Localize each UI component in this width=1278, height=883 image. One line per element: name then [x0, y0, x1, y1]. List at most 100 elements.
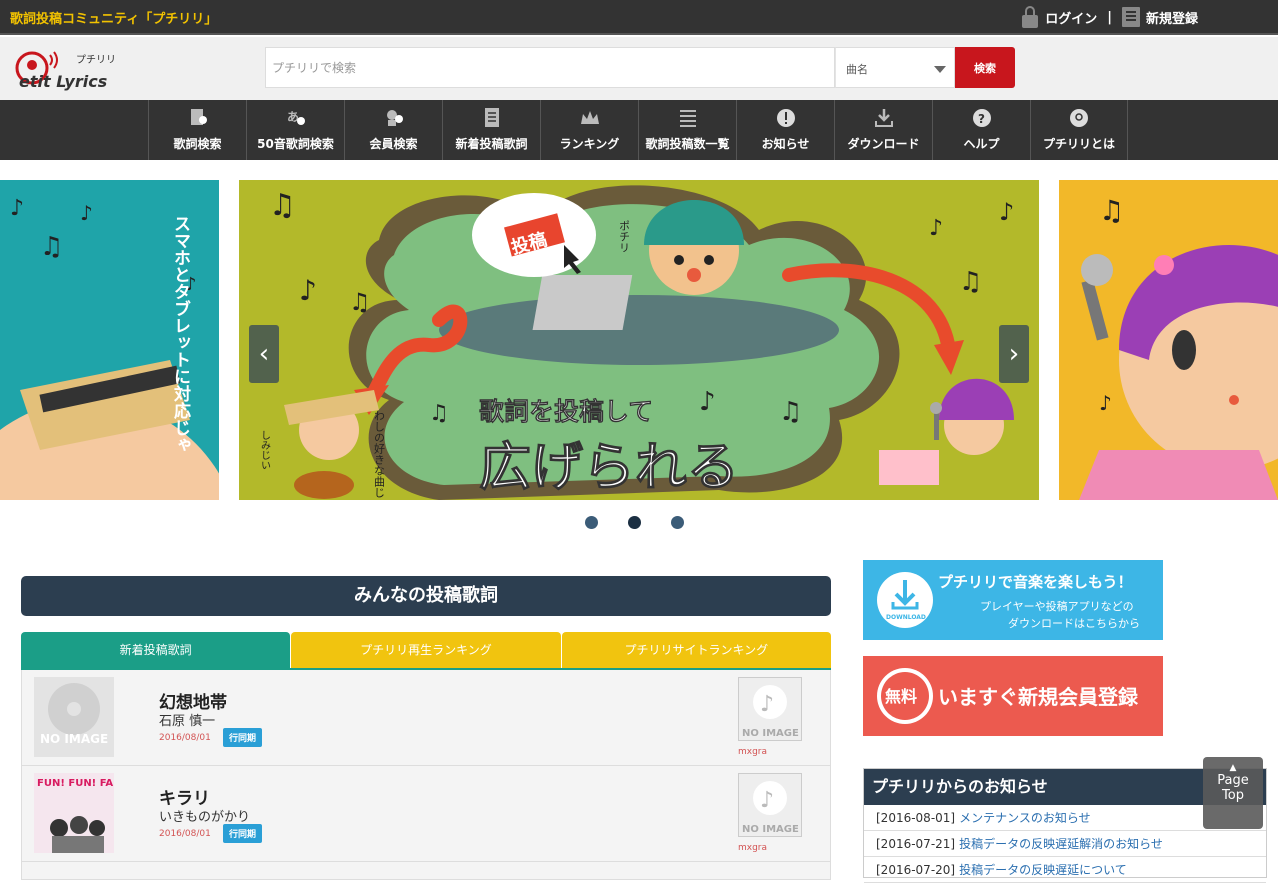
nav-item-ranking[interactable]: ランキング — [540, 100, 638, 160]
old-man-illustration: ♪ ♫ ♪ ♪ スマホとタブレットに対応じゃ — [0, 196, 219, 500]
post-date: 2016/08/01 — [159, 829, 211, 839]
info-icon — [776, 109, 795, 127]
download-sub2: ダウンロードはこちらから — [1008, 616, 1140, 630]
register-link[interactable]: 新規登録 — [1121, 7, 1198, 27]
svg-text:♪: ♪ — [10, 196, 24, 221]
free-badge: 無料 — [885, 687, 917, 706]
girl-illustration: ♫ ♪ — [1079, 194, 1278, 500]
carousel-next-button[interactable]: › — [999, 325, 1029, 383]
carousel-slide-prev[interactable]: ♪ ♫ ♪ ♪ スマホとタブレットに対応じゃ — [0, 180, 219, 500]
svg-text:♫: ♫ — [1099, 194, 1124, 227]
search-box — [265, 47, 835, 88]
svg-text:♪: ♪ — [760, 788, 774, 813]
no-image-text: NO IMAGE — [742, 728, 799, 739]
register-banner[interactable]: 無料 いますぐ新規会員登録 — [863, 656, 1163, 736]
slide-headline-small: 歌詞を投稿して — [479, 397, 653, 426]
svg-text:♫: ♫ — [429, 401, 449, 426]
nav-label: プチリリとは — [1042, 137, 1115, 151]
carousel-dot[interactable] — [585, 516, 598, 529]
carousel-slide-next[interactable]: ♫ ♪ — [1059, 180, 1278, 500]
news-date: [2016-07-21] — [876, 837, 956, 851]
download-banner[interactable]: DOWNLOAD プチリリで音楽を楽しもう！ プレイヤーや投稿アプリなどの ダウ… — [863, 560, 1163, 640]
poster-name[interactable]: mxgra — [738, 747, 767, 757]
no-image-text: NO IMAGE — [40, 732, 108, 746]
svg-text:?: ? — [978, 112, 985, 126]
carousel-slide-current[interactable]: 投稿 ポチリ ♫ ♪ ♫ ♫ ♪ ♫ ♫ ♪ ♪ 歌詞を投稿して 広げられる わ… — [239, 180, 1039, 500]
nav-item-lyrics-search[interactable]: 歌詞検索 — [148, 100, 246, 160]
carousel-dot[interactable] — [671, 516, 684, 529]
speech-text: わしの好きな曲じゃ — [373, 410, 386, 500]
account-links: ログイン | 新規登録 — [1021, 6, 1198, 28]
tab-new-lyrics[interactable]: 新着投稿歌詞 — [21, 632, 291, 668]
news-date: [2016-07-20] — [876, 863, 956, 877]
poster-name[interactable]: mxgra — [738, 843, 767, 853]
tab-site-ranking[interactable]: プチリリサイトランキング — [561, 632, 831, 668]
nav-item-member-search[interactable]: 会員検索 — [344, 100, 442, 160]
news-item[interactable]: [2016-07-21] 投稿データの反映遅延解消のお知らせ — [864, 831, 1266, 857]
nav-item-new-lyrics[interactable]: 新着投稿歌詞 — [442, 100, 540, 160]
page-top-button[interactable]: ▲ Page Top — [1203, 757, 1263, 829]
nav-label: ランキング — [559, 137, 620, 151]
news-link[interactable]: 投稿データの反映遅延解消のお知らせ — [959, 837, 1163, 851]
news-link[interactable]: メンテナンスのお知らせ — [959, 811, 1091, 825]
svg-text:♪: ♪ — [760, 692, 774, 717]
svg-text:♫: ♫ — [959, 267, 982, 297]
search-type-select[interactable]: 曲名 — [835, 47, 955, 88]
page-top-line1: Page — [1217, 773, 1249, 788]
news-item[interactable]: [2016-07-20] 投稿データの反映遅延について — [864, 857, 1266, 883]
nav-label: 新着投稿歌詞 — [455, 137, 528, 151]
poster-avatar[interactable]: ♪ NO IMAGE — [738, 773, 802, 837]
lyrics-search-icon — [190, 109, 207, 125]
svg-text:♫: ♫ — [269, 188, 296, 223]
login-link[interactable]: ログイン — [1021, 6, 1097, 28]
carousel-prev-button[interactable]: ‹ — [249, 325, 279, 383]
login-label: ログイン — [1045, 11, 1098, 27]
list-item[interactable]: FUN! FUN! FANFARE! キラリ いきものがかり 2016/08/0… — [22, 766, 830, 862]
svg-text:♪: ♪ — [80, 201, 93, 225]
list-item[interactable]: NO IMAGE 幻想地帯 石原 慎一 2016/08/01 行同期 ♪ NO … — [22, 670, 830, 766]
svg-text:♫: ♫ — [779, 397, 802, 427]
shimijii-label: しみじい — [259, 430, 271, 470]
crown-icon — [580, 111, 599, 124]
download-icon — [874, 109, 893, 127]
news-date: [2016-08-01] — [876, 811, 956, 825]
nav-item-help[interactable]: ? ヘルプ — [932, 100, 1030, 160]
lyrics-tabs: 新着投稿歌詞 プチリリ再生ランキング プチリリサイトランキング — [21, 632, 831, 670]
song-list: NO IMAGE 幻想地帯 石原 慎一 2016/08/01 行同期 ♪ NO … — [21, 670, 831, 880]
register-label: 新規登録 — [1145, 11, 1198, 27]
search-button[interactable]: 検索 — [955, 47, 1015, 88]
petit-lyrics-logo[interactable]: プチリリ etit Lyrics — [14, 43, 119, 93]
new-lyrics-icon — [484, 108, 499, 127]
help-icon: ? — [972, 109, 991, 127]
nav-label: 歌詞検索 — [173, 137, 222, 151]
album-jacket[interactable]: NO IMAGE — [34, 677, 114, 757]
album-art-text: FUN! FUN! FANFARE! — [37, 778, 114, 789]
search-type-value: 曲名 — [846, 63, 868, 76]
song-artist[interactable]: いきものがかり — [159, 806, 250, 825]
album-jacket[interactable]: FUN! FUN! FANFARE! — [34, 773, 154, 853]
svg-text:♪: ♪ — [299, 274, 317, 307]
svg-text:♫: ♫ — [349, 288, 371, 316]
poster-avatar[interactable]: ♪ NO IMAGE — [738, 677, 802, 741]
nav-item-kana-search[interactable]: あ 50音歌詞検索 — [246, 100, 344, 160]
nav-item-news[interactable]: お知らせ — [736, 100, 834, 160]
nav-item-post-count[interactable]: 歌詞投稿数一覧 — [638, 100, 736, 160]
svg-text:プチリリ: プチリリ — [76, 54, 116, 66]
cd-icon: NO IMAGE — [40, 683, 108, 746]
left-slide-text: スマホとタブレットに対応じゃ — [170, 215, 192, 453]
site-title: 歌詞投稿コミュニティ「プチリリ」 — [10, 12, 218, 27]
nav-item-about[interactable]: プチリリとは — [1030, 100, 1128, 160]
nav-item-download[interactable]: ダウンロード — [834, 100, 932, 160]
nav-label: 50音歌詞検索 — [257, 137, 334, 151]
svg-text:♪: ♪ — [1099, 391, 1112, 415]
tab-play-ranking[interactable]: プチリリ再生ランキング — [291, 632, 561, 668]
main-slide-illustration: 投稿 ポチリ ♫ ♪ ♫ ♫ ♪ ♫ ♫ ♪ ♪ 歌詞を投稿して 広げられる わ… — [239, 180, 1039, 500]
register-text: いますぐ新規会員登録 — [938, 685, 1139, 709]
slide-headline-large: 広げられる — [479, 438, 739, 498]
search-input[interactable] — [266, 48, 834, 87]
song-artist[interactable]: 石原 慎一 — [159, 710, 215, 729]
lock-icon — [1021, 6, 1039, 28]
carousel-dot-active[interactable] — [628, 516, 641, 529]
page-top-line2: Top — [1222, 788, 1244, 803]
news-link[interactable]: 投稿データの反映遅延について — [959, 863, 1127, 877]
